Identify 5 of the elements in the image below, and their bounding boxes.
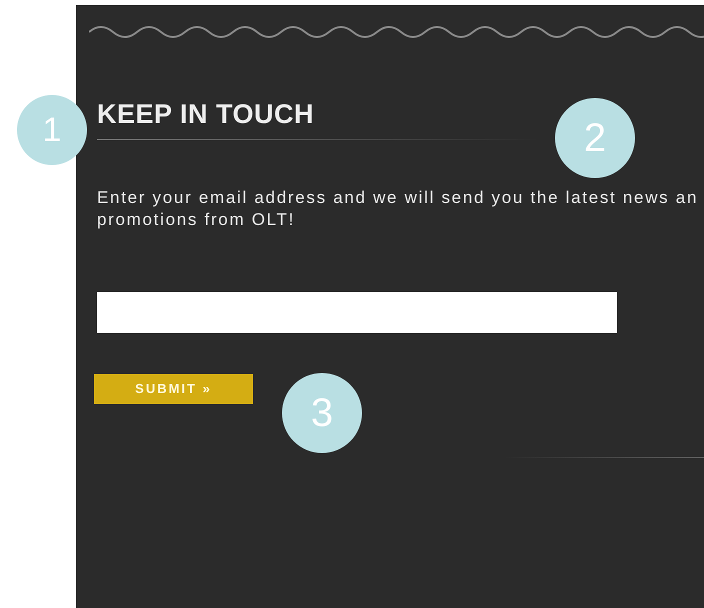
step-number-badge: 1 (17, 95, 87, 165)
intro-text: Enter your email address and we will send you the latest news an promotions from OLT! (97, 187, 700, 231)
submit-button[interactable]: SUBMIT » (94, 374, 253, 404)
email-field[interactable] (97, 292, 617, 333)
section-heading: KEEP IN TOUCH (97, 99, 316, 129)
